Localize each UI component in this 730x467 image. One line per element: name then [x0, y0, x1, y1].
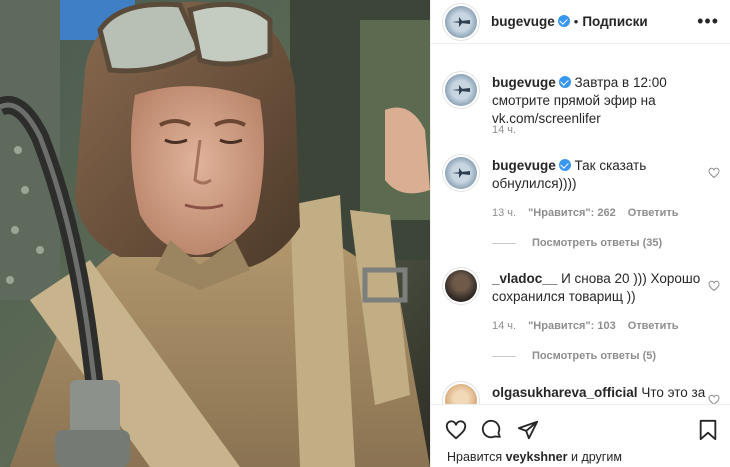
like-comment-heart-icon[interactable]: [708, 394, 720, 404]
comment-avatar[interactable]: [445, 270, 477, 302]
photo-illustration: [0, 0, 430, 467]
comment-avatar[interactable]: [445, 157, 477, 189]
comment-meta: 14 ч. "Нравится": 103 Ответить: [492, 320, 691, 332]
author-avatar[interactable]: [445, 6, 477, 38]
heart-icon[interactable]: [445, 419, 467, 441]
comment-username[interactable]: olgasukhareva_official: [492, 385, 638, 400]
verified-badge-icon: [558, 76, 571, 88]
replies-line: [492, 355, 516, 357]
more-dots-icon[interactable]: •••: [697, 12, 719, 30]
separator-dot: •: [573, 14, 579, 29]
liked-prefix: Нравится: [447, 450, 503, 464]
reply-button[interactable]: Ответить: [628, 320, 679, 332]
comment-body: bugevuge Завтра в 12:00 смотрите прямой …: [492, 74, 707, 128]
caption-comment: bugevuge Завтра в 12:00 смотрите прямой …: [445, 74, 720, 144]
verified-badge-icon: [557, 15, 570, 27]
header-text: bugevuge • Подписки: [491, 14, 648, 29]
comment-body: bugevuge Так сказать обнулился)))): [492, 157, 707, 193]
post-footer: Нравится veykshner и другим: [431, 404, 730, 467]
comment-meta: 14 ч.: [492, 124, 528, 136]
liked-by-text[interactable]: Нравится veykshner и другим: [447, 450, 622, 464]
bookmark-icon[interactable]: [697, 419, 719, 441]
post-header: bugevuge • Подписки •••: [431, 0, 730, 44]
like-comment-heart-icon[interactable]: [708, 280, 720, 292]
comment-icon[interactable]: [481, 419, 503, 441]
comment-likes[interactable]: "Нравится": 262: [528, 207, 616, 219]
comment-avatar[interactable]: [445, 384, 477, 404]
post-side-panel: bugevuge • Подписки ••• bugevuge Завтра в …: [430, 0, 730, 467]
comment-username[interactable]: _vladoc__: [492, 271, 557, 286]
comment-meta: 13 ч. "Нравится": 262 Ответить: [492, 207, 691, 219]
comment-body: _vladoc__ И снова 20 ))) Хорошо сохранил…: [492, 270, 707, 306]
author-username[interactable]: bugevuge: [491, 14, 555, 29]
following-button[interactable]: Подписки: [582, 14, 647, 29]
share-icon[interactable]: [517, 419, 539, 441]
comment-item: olgasukhareva_official Что это за: [445, 384, 720, 404]
view-replies-label: Посмотреть ответы (35): [532, 237, 663, 249]
plane-icon: [452, 17, 470, 27]
action-bar: [445, 419, 539, 441]
instagram-post-view: bugevuge • Подписки ••• bugevuge Завтра в …: [0, 0, 730, 467]
comment-time[interactable]: 13 ч.: [492, 207, 516, 219]
view-replies-button[interactable]: Посмотреть ответы (35): [492, 237, 662, 249]
comment-body: olgasukhareva_official Что это за: [492, 384, 717, 402]
plane-icon: [452, 168, 470, 178]
comment-item: bugevuge Так сказать обнулился)))) 13 ч.…: [445, 157, 720, 257]
comments-list: bugevuge Завтра в 12:00 смотрите прямой …: [431, 44, 730, 404]
post-photo[interactable]: [0, 0, 430, 467]
comment-likes[interactable]: "Нравится": 103: [528, 320, 616, 332]
liked-suffix[interactable]: и другим: [571, 450, 622, 464]
view-replies-button[interactable]: Посмотреть ответы (5): [492, 350, 656, 362]
comment-time[interactable]: 14 ч.: [492, 320, 516, 332]
comment-time[interactable]: 14 ч.: [492, 124, 516, 136]
comment-username[interactable]: bugevuge: [492, 158, 556, 173]
replies-line: [492, 242, 516, 244]
view-replies-label: Посмотреть ответы (5): [532, 350, 657, 362]
verified-badge-icon: [558, 159, 571, 171]
comment-avatar[interactable]: [445, 74, 477, 106]
liked-user[interactable]: veykshner: [506, 450, 568, 464]
reply-button[interactable]: Ответить: [628, 207, 679, 219]
comment-item: _vladoc__ И снова 20 ))) Хорошо сохранил…: [445, 270, 720, 370]
comment-text: Что это за: [641, 385, 706, 400]
comment-username[interactable]: bugevuge: [492, 75, 556, 90]
plane-icon: [452, 85, 470, 95]
like-comment-heart-icon[interactable]: [708, 167, 720, 179]
